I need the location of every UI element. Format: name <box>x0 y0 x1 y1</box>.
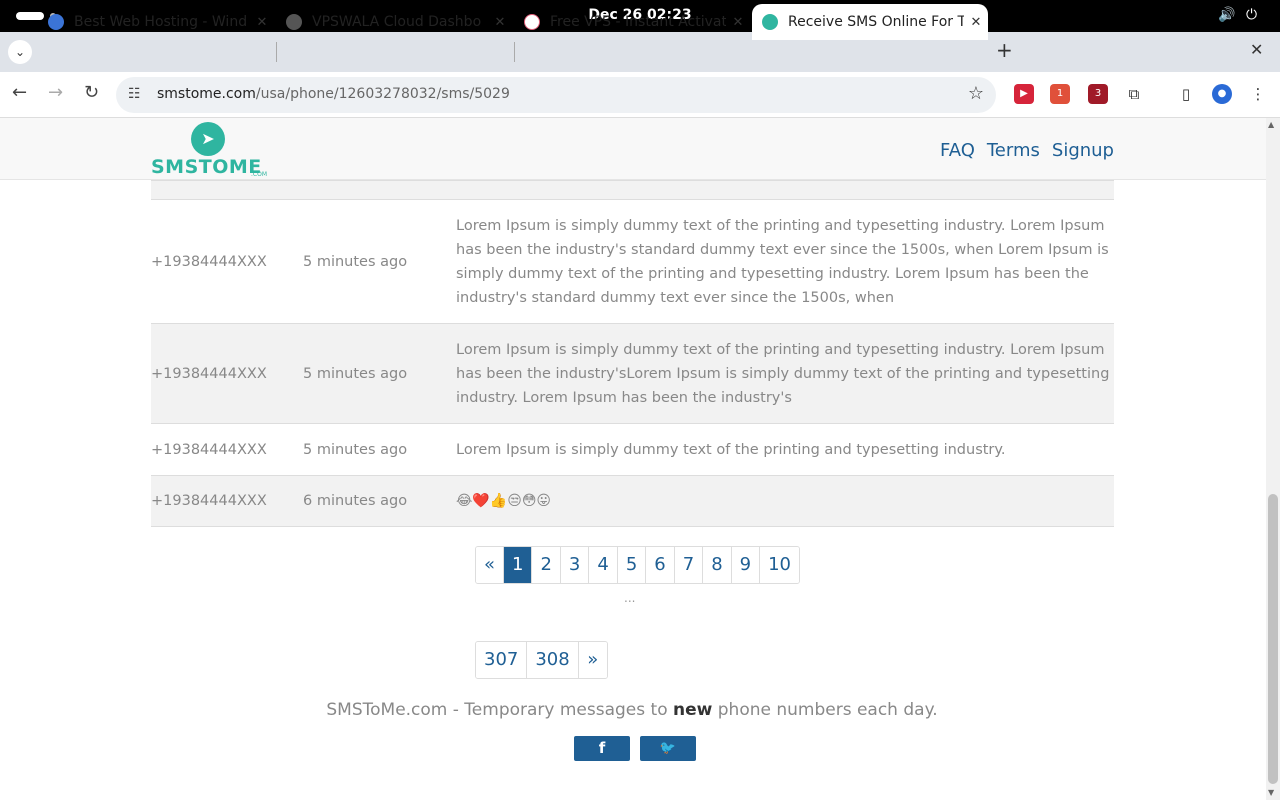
page-link-7[interactable]: 7 <box>674 547 704 583</box>
page-link-6[interactable]: 6 <box>646 547 675 583</box>
volume-icon[interactable]: 🔊 <box>1218 7 1235 23</box>
tab-title: VPSWALA Cloud Dashbo <box>312 14 482 30</box>
cloud-outline-icon <box>524 14 540 30</box>
sender-number: +19384444XXX <box>151 365 267 382</box>
tab-divider <box>276 42 277 62</box>
page-link-8[interactable]: 8 <box>703 547 732 583</box>
tab-title: Free VPS - Instant Activat <box>550 14 726 30</box>
cloud-icon <box>48 14 64 30</box>
tab-vpswala[interactable]: VPSWALA Cloud Dashbo ✕ <box>276 4 512 40</box>
page-link-10[interactable]: 10 <box>760 547 799 583</box>
table-row-partial <box>151 180 1114 199</box>
sender-number: +19384444XXX <box>151 253 267 270</box>
message-text: Lorem Ipsum is simply dummy text of the … <box>456 441 1006 458</box>
address-bar[interactable]: ☷ smstome.com/usa/phone/12603278032/sms/… <box>116 77 996 113</box>
page-link-3[interactable]: 3 <box>560 547 590 583</box>
nav-faq[interactable]: FAQ <box>940 140 975 161</box>
table-row: +19384444XXX 5 minutes ago Lorem Ipsum i… <box>151 423 1114 475</box>
twitter-icon: 🐦 <box>659 741 677 756</box>
page-link-307[interactable]: 307 <box>476 642 528 678</box>
browser-toolbar: ← → ↻ ☷ smstome.com/usa/phone/1260327803… <box>0 72 1280 118</box>
close-tab-icon[interactable]: ✕ <box>726 15 750 30</box>
facebook-icon: f <box>598 739 606 757</box>
page-link-5[interactable]: 5 <box>617 547 647 583</box>
tab-title: Receive SMS Online For T <box>788 14 964 30</box>
message-text: Lorem Ipsum is simply dummy text of the … <box>456 341 1110 406</box>
logo-text[interactable]: SMSTOME <box>151 156 262 178</box>
pagination: « 1 2 3 4 5 6 7 8 9 10 <box>475 546 800 584</box>
window-close-icon[interactable]: ✕ <box>1250 40 1263 59</box>
message-time: 6 minutes ago <box>303 493 408 509</box>
page-link-2[interactable]: 2 <box>532 547 561 583</box>
nav-terms[interactable]: Terms <box>987 140 1040 161</box>
message-text: 😂❤️👍😒😳😛 <box>456 493 552 509</box>
facebook-button[interactable]: f <box>574 736 630 761</box>
close-tab-icon[interactable]: ✕ <box>488 15 512 30</box>
close-tab-icon[interactable]: ✕ <box>964 15 988 30</box>
tab-receive-sms[interactable]: Receive SMS Online For T ✕ <box>752 4 988 40</box>
footer-tagline: SMSToMe.com - Temporary messages to new … <box>326 700 938 720</box>
new-tab-icon[interactable]: + <box>996 38 1013 62</box>
sender-number: +19384444XXX <box>151 493 267 509</box>
close-tab-icon[interactable]: ✕ <box>250 15 274 30</box>
extensions-puzzle-icon[interactable]: ⧉ <box>1124 84 1144 104</box>
logo-paper-plane-icon[interactable]: ➤ <box>191 122 225 156</box>
page-link-9[interactable]: 9 <box>731 547 761 583</box>
sender-number: +19384444XXX <box>151 441 267 458</box>
scroll-up-icon[interactable]: ▲ <box>1268 120 1274 129</box>
table-row: +19384444XXX 6 minutes ago 😂❤️👍😒😳😛 <box>151 475 1114 527</box>
paper-plane-icon <box>762 14 778 30</box>
side-panel-icon[interactable]: ▯ <box>1176 84 1196 104</box>
table-row: +19384444XXX 5 minutes ago Lorem Ipsum i… <box>151 323 1114 423</box>
back-icon[interactable]: ← <box>12 82 27 103</box>
site-nav: FAQ Terms Signup <box>940 140 1114 161</box>
extension-shield-icon[interactable]: 3 <box>1088 84 1108 104</box>
extension-red-icon[interactable]: ▶ <box>1014 84 1034 104</box>
logo-subtext: .COM <box>251 171 267 178</box>
forward-icon[interactable]: → <box>48 82 63 103</box>
tab-divider <box>514 42 515 62</box>
profile-avatar-icon[interactable]: ● <box>1212 84 1232 104</box>
twitter-button[interactable]: 🐦 <box>640 736 696 761</box>
message-time: 5 minutes ago <box>303 365 408 382</box>
power-icon[interactable]: ⏻ <box>1246 7 1257 23</box>
table-row: +19384444XXX 5 minutes ago Lorem Ipsum i… <box>151 199 1114 323</box>
message-time: 5 minutes ago <box>303 253 408 270</box>
page-scrollbar[interactable]: ▲ ▼ <box>1266 118 1280 800</box>
message-time: 5 minutes ago <box>303 441 408 458</box>
url-text[interactable]: smstome.com/usa/phone/12603278032/sms/50… <box>157 86 510 102</box>
pagination-prev[interactable]: « <box>476 547 505 583</box>
tab-title: Best Web Hosting - Wind <box>74 14 248 30</box>
nav-signup[interactable]: Signup <box>1052 140 1114 161</box>
messages-table: +19384444XXX 5 minutes ago Lorem Ipsum i… <box>151 180 1114 527</box>
pagination-next[interactable]: » <box>578 642 607 678</box>
bookmark-star-icon[interactable]: ☆ <box>968 83 984 104</box>
page-link-308[interactable]: 308 <box>527 642 579 678</box>
pagination-end: 307 308 » <box>475 641 608 679</box>
message-text: Lorem Ipsum is simply dummy text of the … <box>456 217 1109 306</box>
page-link-4[interactable]: 4 <box>589 547 618 583</box>
globe-icon <box>286 14 302 30</box>
site-info-icon[interactable]: ☷ <box>128 86 141 102</box>
reload-icon[interactable]: ↻ <box>84 82 99 103</box>
menu-kebab-icon[interactable]: ⋮ <box>1248 84 1268 104</box>
extension-badge-icon[interactable]: 1 <box>1050 84 1070 104</box>
site-header: ➤ SMSTOME .COM FAQ Terms Signup <box>0 118 1266 180</box>
scroll-down-icon[interactable]: ▼ <box>1268 788 1274 797</box>
scrollbar-thumb[interactable] <box>1268 494 1278 784</box>
pagination-ellipsis: ... <box>624 591 636 605</box>
page-link-1[interactable]: 1 <box>504 547 533 583</box>
tab-free-vps[interactable]: Free VPS - Instant Activat ✕ <box>514 4 750 40</box>
tab-best-web-hosting[interactable]: Best Web Hosting - Wind ✕ <box>38 4 274 40</box>
tab-search-chevron-icon[interactable]: ⌄ <box>8 40 32 64</box>
